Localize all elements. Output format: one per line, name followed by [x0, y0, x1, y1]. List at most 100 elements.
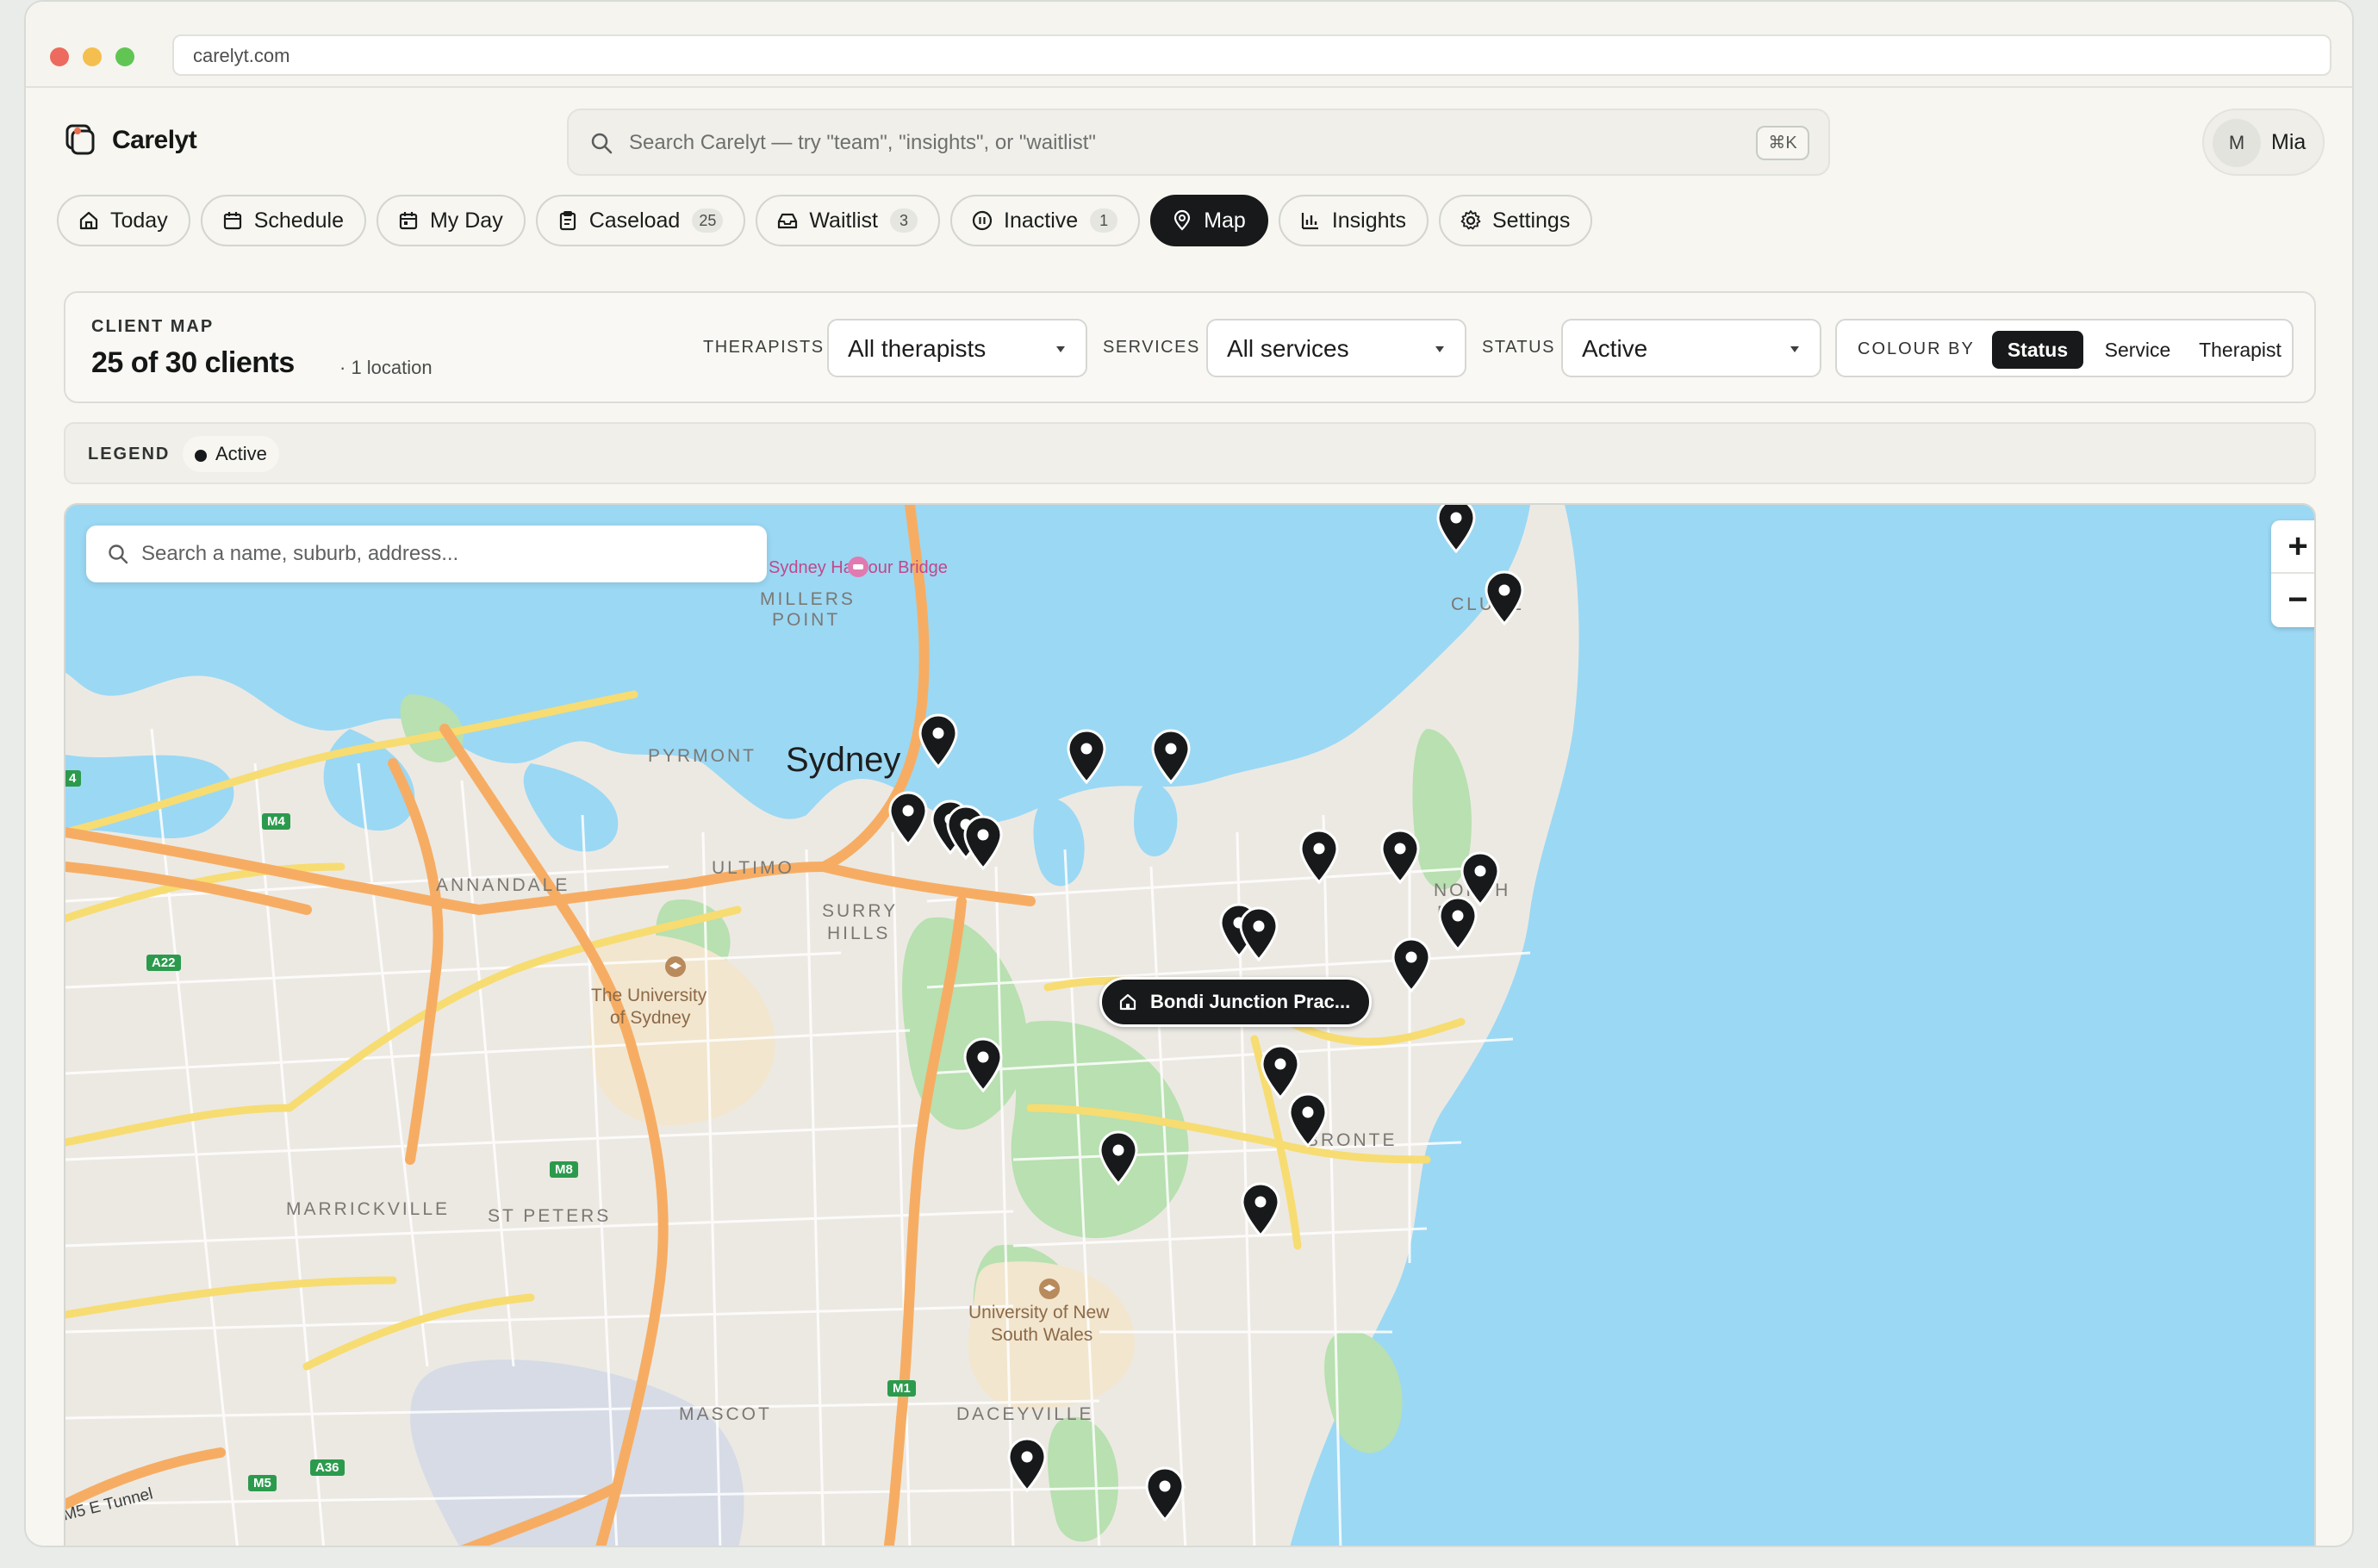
tab-label: Insights	[1331, 208, 1406, 233]
map-search-input[interactable]: Search a name, suburb, address...	[86, 526, 767, 582]
tab-label: Caseload	[588, 208, 681, 233]
road-shield-m1: M1	[887, 1380, 916, 1397]
map-pin-icon	[1174, 209, 1191, 231]
map-label-mascot: MASCOT	[679, 1404, 772, 1424]
tab-settings[interactable]: Settings	[1439, 195, 1593, 246]
client-pin[interactable]	[1297, 827, 1342, 884]
map-label-surry-hills: HILLS	[827, 924, 891, 943]
tab-label: Settings	[1492, 208, 1571, 233]
client-pin[interactable]	[1096, 1129, 1141, 1185]
client-pin[interactable]	[1482, 569, 1527, 625]
clipboard-icon	[559, 211, 576, 231]
therapists-select[interactable]: All therapists	[827, 319, 1087, 377]
address-bar[interactable]: carelyt.com	[172, 34, 2331, 76]
bridge-poi-icon	[848, 557, 868, 577]
client-pin[interactable]	[1435, 894, 1480, 951]
maximize-window-button[interactable]	[115, 47, 134, 66]
university-poi-icon	[665, 956, 686, 977]
university-poi-icon	[1039, 1279, 1060, 1299]
client-map[interactable]: Sydney Harbour Bridge MILLERS POINT Sydn…	[64, 503, 2316, 1546]
client-pin[interactable]	[1378, 827, 1422, 884]
pause-icon	[972, 210, 993, 231]
colour-by-therapist[interactable]: Therapist	[2190, 331, 2290, 369]
tab-label: Map	[1204, 208, 1246, 233]
services-label: SERVICES	[1103, 338, 1200, 357]
tab-schedule[interactable]: Schedule	[200, 195, 366, 246]
tab-label: Waitlist	[809, 208, 879, 233]
colour-by-toggle: COLOUR BY Status Service Therapist	[1835, 319, 2294, 377]
main-nav: Today Schedule My Day Caseload 25 Waitli…	[57, 195, 1593, 246]
road-shield-a22: A22	[146, 955, 181, 971]
status-label: STATUS	[1482, 338, 1555, 357]
client-pin[interactable]	[1005, 1435, 1049, 1492]
tab-insights[interactable]: Insights	[1278, 195, 1429, 246]
client-map-filters: CLIENT MAP 25 of 30 clients · 1 location…	[64, 291, 2316, 403]
status-select[interactable]: Active	[1561, 319, 1821, 377]
client-pin[interactable]	[961, 1036, 1005, 1092]
calendar-day-icon	[399, 212, 418, 230]
tab-waitlist[interactable]: Waitlist 3	[756, 195, 941, 246]
tab-label: Today	[110, 208, 168, 233]
map-label-millers-point: POINT	[772, 610, 841, 630]
road-shield-m5: M5	[248, 1475, 277, 1491]
therapists-label: THERAPISTS	[703, 338, 825, 357]
user-menu[interactable]: M Mia	[2202, 109, 2325, 176]
colour-by-service[interactable]: Service	[2090, 331, 2185, 369]
client-count: 25 of 30 clients	[91, 346, 295, 379]
client-pin[interactable]	[886, 789, 931, 846]
client-pin[interactable]	[1238, 1180, 1283, 1237]
client-pin[interactable]	[1149, 727, 1193, 784]
map-legend: LEGEND Active	[64, 422, 2316, 484]
road-shield-a36: A36	[310, 1459, 345, 1476]
gear-icon	[1460, 210, 1481, 230]
browser-chrome: carelyt.com	[26, 2, 2352, 88]
section-label: CLIENT MAP	[91, 317, 215, 336]
services-select[interactable]: All services	[1206, 319, 1466, 377]
map-search-placeholder: Search a name, suburb, address...	[141, 542, 459, 565]
map-label-sydney: Sydney	[786, 741, 901, 779]
client-pin[interactable]	[916, 712, 961, 768]
carelyt-logo-icon	[65, 124, 95, 155]
waitlist-count-badge: 3	[890, 208, 918, 233]
browser-window: carelyt.com Carelyt Search Carelyt — try…	[24, 0, 2354, 1547]
tab-map[interactable]: Map	[1150, 195, 1268, 246]
map-label-daceyville: DACEYVILLE	[956, 1404, 1094, 1424]
practice-location-name: Bondi Junction Prac...	[1150, 991, 1351, 1012]
search-icon	[109, 544, 128, 564]
map-label-pyrmont: PYRMONT	[648, 746, 756, 766]
zoom-out-button[interactable]: −	[2271, 574, 2314, 627]
inbox-icon	[778, 213, 798, 229]
colour-by-status[interactable]: Status	[1992, 331, 2083, 369]
tab-my-day[interactable]: My Day	[376, 195, 526, 246]
zoom-in-button[interactable]: +	[2271, 520, 2314, 574]
close-window-button[interactable]	[50, 47, 69, 66]
tab-inactive[interactable]: Inactive 1	[950, 195, 1141, 246]
global-search[interactable]: Search Carelyt — try "team", "insights",…	[567, 109, 1830, 176]
building-icon	[1119, 993, 1136, 1011]
tab-today[interactable]: Today	[57, 195, 190, 246]
calendar-icon	[223, 212, 241, 230]
inactive-count-badge: 1	[1090, 208, 1118, 233]
services-value: All services	[1227, 335, 1349, 362]
client-pin[interactable]	[1389, 936, 1434, 992]
chevron-down-icon	[1056, 346, 1065, 352]
client-pin[interactable]	[1142, 1465, 1187, 1521]
search-shortcut-badge: ⌘K	[1756, 126, 1809, 160]
legend-label: LEGEND	[88, 445, 171, 464]
client-pin[interactable]	[1236, 905, 1281, 961]
client-pin[interactable]	[1285, 1091, 1330, 1148]
minimize-window-button[interactable]	[83, 47, 102, 66]
road-shield-4: 4	[65, 770, 82, 787]
global-search-placeholder: Search Carelyt — try "team", "insights",…	[629, 131, 1096, 154]
legend-item-active: Active	[183, 436, 279, 472]
map-label-university-of-sydney: of Sydney	[610, 1008, 691, 1028]
client-pin[interactable]	[1434, 503, 1478, 553]
map-label-surry-hills: SURRY	[822, 901, 899, 921]
tab-label: My Day	[429, 208, 503, 233]
practice-location-label[interactable]: Bondi Junction Prac...	[1099, 977, 1373, 1027]
map-label-unsw: University of New	[968, 1303, 1110, 1322]
tab-caseload[interactable]: Caseload 25	[535, 195, 746, 246]
tab-label: Schedule	[253, 208, 344, 233]
client-pin[interactable]	[961, 813, 1005, 870]
client-pin[interactable]	[1064, 727, 1109, 784]
